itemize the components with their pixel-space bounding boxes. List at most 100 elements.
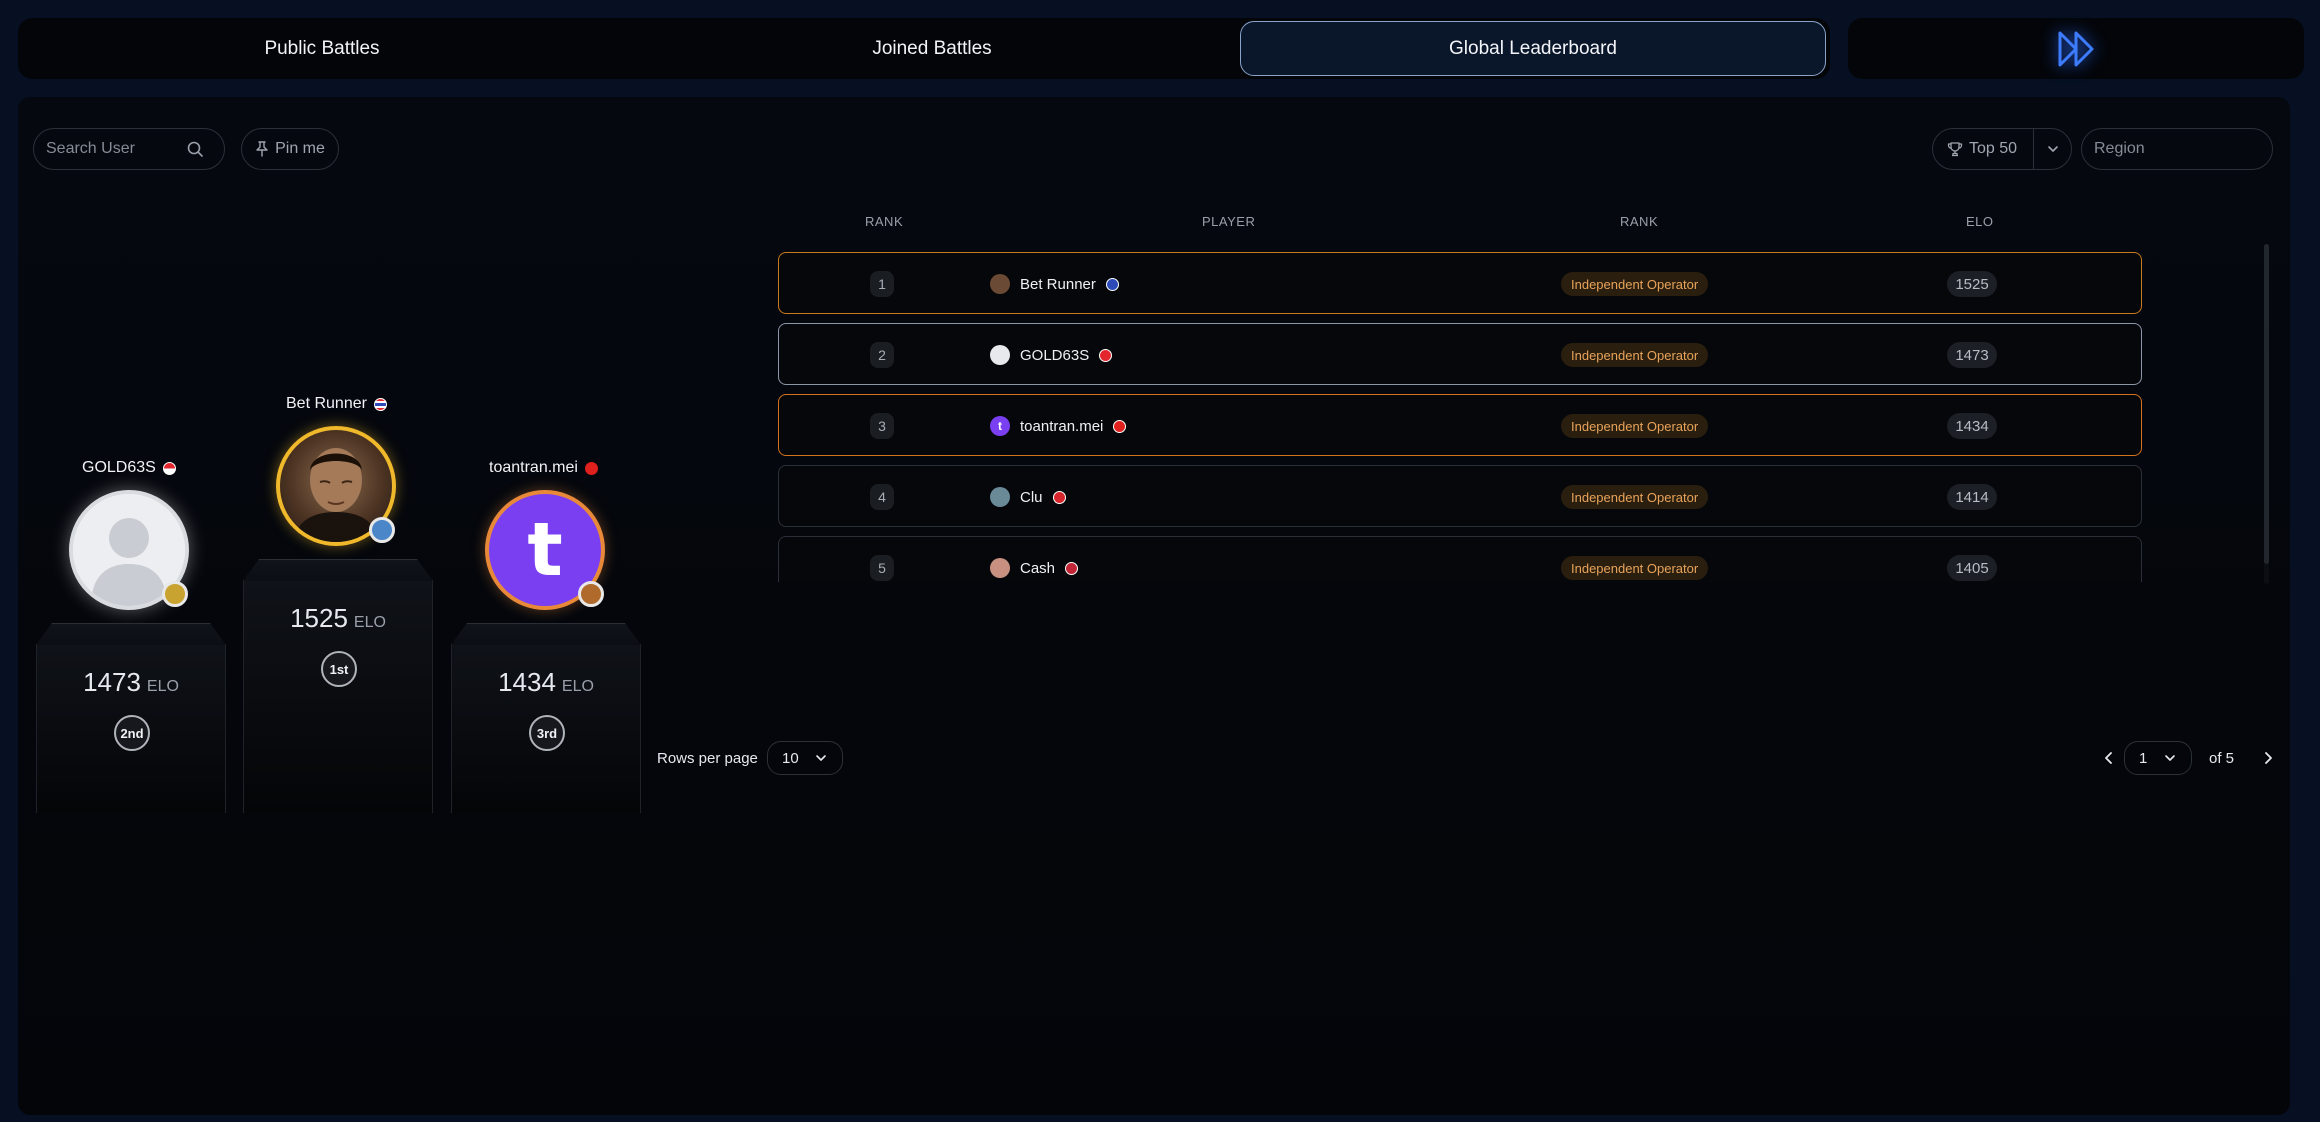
podium-third-name: toantran.mei bbox=[489, 459, 578, 476]
pin-me-button[interactable]: Pin me bbox=[241, 128, 339, 170]
podium-second-pedestal: 1473 ELO 2nd bbox=[36, 623, 226, 813]
row-player[interactable]: Cash bbox=[990, 555, 1079, 581]
fast-forward-icon[interactable] bbox=[2054, 27, 2098, 71]
podium-first-pedestal: 1525 ELO 1st bbox=[243, 559, 433, 813]
flag-icon bbox=[373, 397, 387, 411]
tier-badge: Independent Operator bbox=[1561, 343, 1709, 367]
tab-bar: Public Battles Joined Battles Global Lea… bbox=[18, 18, 1830, 79]
avatar-letter: t bbox=[998, 419, 1002, 433]
search-user-field[interactable] bbox=[33, 128, 225, 170]
next-page-button[interactable] bbox=[2255, 745, 2281, 771]
current-page-value: 1 bbox=[2139, 749, 2148, 767]
region-placeholder: Region bbox=[2094, 140, 2145, 157]
player-name: Bet Runner bbox=[1020, 275, 1096, 293]
chevron-right-icon bbox=[2265, 752, 2272, 764]
total-pages-label: of 5 bbox=[2209, 750, 2235, 767]
table-row[interactable]: 2 GOLD63S Independent Operator 1473 bbox=[778, 323, 2142, 385]
row-elo: 1525 bbox=[1947, 271, 1997, 297]
row-rank: 4 bbox=[870, 484, 894, 510]
player-name: Clu bbox=[1020, 488, 1043, 506]
leaderboard-rows: 1 Bet Runner Independent Operator 1525 2 GOLD… bbox=[778, 252, 2174, 582]
quick-action-box bbox=[1848, 18, 2304, 79]
podium-third-place: 3rd bbox=[529, 715, 565, 751]
row-elo: 1434 bbox=[1947, 413, 1997, 439]
flag-icon bbox=[1099, 348, 1113, 362]
player-name: GOLD63S bbox=[1020, 346, 1090, 364]
column-header-elo[interactable]: ELO bbox=[1966, 214, 1994, 229]
top-filter-select[interactable]: Top 50 bbox=[1932, 128, 2072, 170]
column-header-rank[interactable]: RANK bbox=[865, 214, 903, 229]
scrollbar-thumb[interactable] bbox=[2264, 244, 2269, 564]
row-player[interactable]: Bet Runner bbox=[990, 271, 1119, 297]
player-avatar bbox=[990, 345, 1010, 365]
player-avatar bbox=[990, 558, 1010, 578]
row-rank: 5 bbox=[870, 555, 894, 581]
flag-icon bbox=[584, 461, 598, 475]
rows-per-page-select[interactable]: 10 bbox=[767, 741, 843, 775]
row-elo: 1405 bbox=[1947, 555, 1997, 581]
pin-icon bbox=[256, 141, 268, 157]
podium-third-name-row: toantran.mei bbox=[489, 459, 598, 477]
podium-third-elo: 1434 ELO bbox=[498, 667, 594, 697]
row-elo: 1414 bbox=[1947, 484, 1997, 510]
rank-badge-icon bbox=[369, 517, 395, 543]
pedestal-cap bbox=[243, 559, 433, 581]
pin-me-label: Pin me bbox=[275, 140, 325, 157]
page-select[interactable]: 1 bbox=[2124, 741, 2192, 775]
avatar-letter: t bbox=[527, 507, 563, 593]
tier-badge: Independent Operator bbox=[1561, 414, 1709, 438]
top-filter-label: Top 50 bbox=[1969, 140, 2018, 157]
rank-badge-icon bbox=[578, 581, 604, 607]
tab-public-battles[interactable]: Public Battles bbox=[22, 21, 622, 76]
row-player[interactable]: GOLD63S bbox=[990, 342, 1113, 368]
tier-badge: Independent Operator bbox=[1561, 556, 1709, 580]
flag-icon bbox=[1065, 561, 1079, 575]
table-row[interactable]: 1 Bet Runner Independent Operator 1525 bbox=[778, 252, 2142, 314]
previous-page-button[interactable] bbox=[2096, 745, 2122, 771]
player-name: toantran.mei bbox=[1020, 417, 1104, 435]
table-row[interactable]: 4 Clu Independent Operator 1414 bbox=[778, 465, 2142, 527]
flag-icon bbox=[1113, 419, 1127, 433]
flag-icon bbox=[1052, 490, 1066, 504]
player-avatar: t bbox=[990, 416, 1010, 436]
row-player[interactable]: Clu bbox=[990, 484, 1066, 510]
podium-third-pedestal: 1434 ELO 3rd bbox=[451, 623, 641, 813]
podium-first-elo: 1525 ELO bbox=[290, 603, 386, 633]
player-name: Cash bbox=[1020, 559, 1056, 577]
rows-per-page-label: Rows per page bbox=[657, 750, 758, 767]
player-avatar bbox=[990, 487, 1010, 507]
podium-first-name: Bet Runner bbox=[286, 395, 367, 412]
trophy-icon bbox=[1947, 142, 1963, 157]
flag-icon bbox=[162, 461, 176, 475]
chevron-down-icon[interactable] bbox=[2046, 142, 2060, 156]
rows-per-page-value: 10 bbox=[782, 749, 799, 767]
region-select[interactable]: Region bbox=[2081, 128, 2273, 170]
table-scrollbar[interactable] bbox=[2264, 244, 2269, 584]
row-player[interactable]: t toantran.mei bbox=[990, 413, 1127, 439]
podium-second-place: 2nd bbox=[114, 715, 150, 751]
podium-first-name-row: Bet Runner bbox=[286, 395, 387, 413]
player-avatar bbox=[990, 274, 1010, 294]
podium-first-place: 1st bbox=[321, 651, 357, 687]
pedestal-cap bbox=[36, 623, 226, 645]
tab-global-leaderboard[interactable]: Global Leaderboard bbox=[1240, 21, 1826, 76]
tab-joined-battles[interactable]: Joined Battles bbox=[632, 21, 1232, 76]
table-row[interactable]: 3 t toantran.mei Independent Operator 1434 bbox=[778, 394, 2142, 456]
chevron-down-icon bbox=[2165, 755, 2175, 761]
podium-second-name-row: GOLD63S bbox=[82, 459, 176, 477]
leaderboard-panel: Pin me Top 50 Region GOLD63S bbox=[18, 97, 2290, 1115]
table-row[interactable]: 5 Cash Independent Operator 1405 bbox=[778, 536, 2142, 582]
rank-badge-icon bbox=[162, 581, 188, 607]
column-header-player[interactable]: PLAYER bbox=[1202, 214, 1255, 229]
podium-second-elo: 1473 ELO bbox=[83, 667, 179, 697]
search-icon bbox=[187, 141, 203, 157]
row-rank: 2 bbox=[870, 342, 894, 368]
podium-second-name: GOLD63S bbox=[82, 459, 156, 476]
pedestal-cap bbox=[451, 623, 641, 645]
search-input[interactable] bbox=[46, 140, 186, 158]
tier-badge: Independent Operator bbox=[1561, 485, 1709, 509]
column-header-tier[interactable]: RANK bbox=[1620, 214, 1658, 229]
flag-icon bbox=[1105, 277, 1119, 291]
row-rank: 1 bbox=[870, 271, 894, 297]
row-elo: 1473 bbox=[1947, 342, 1997, 368]
